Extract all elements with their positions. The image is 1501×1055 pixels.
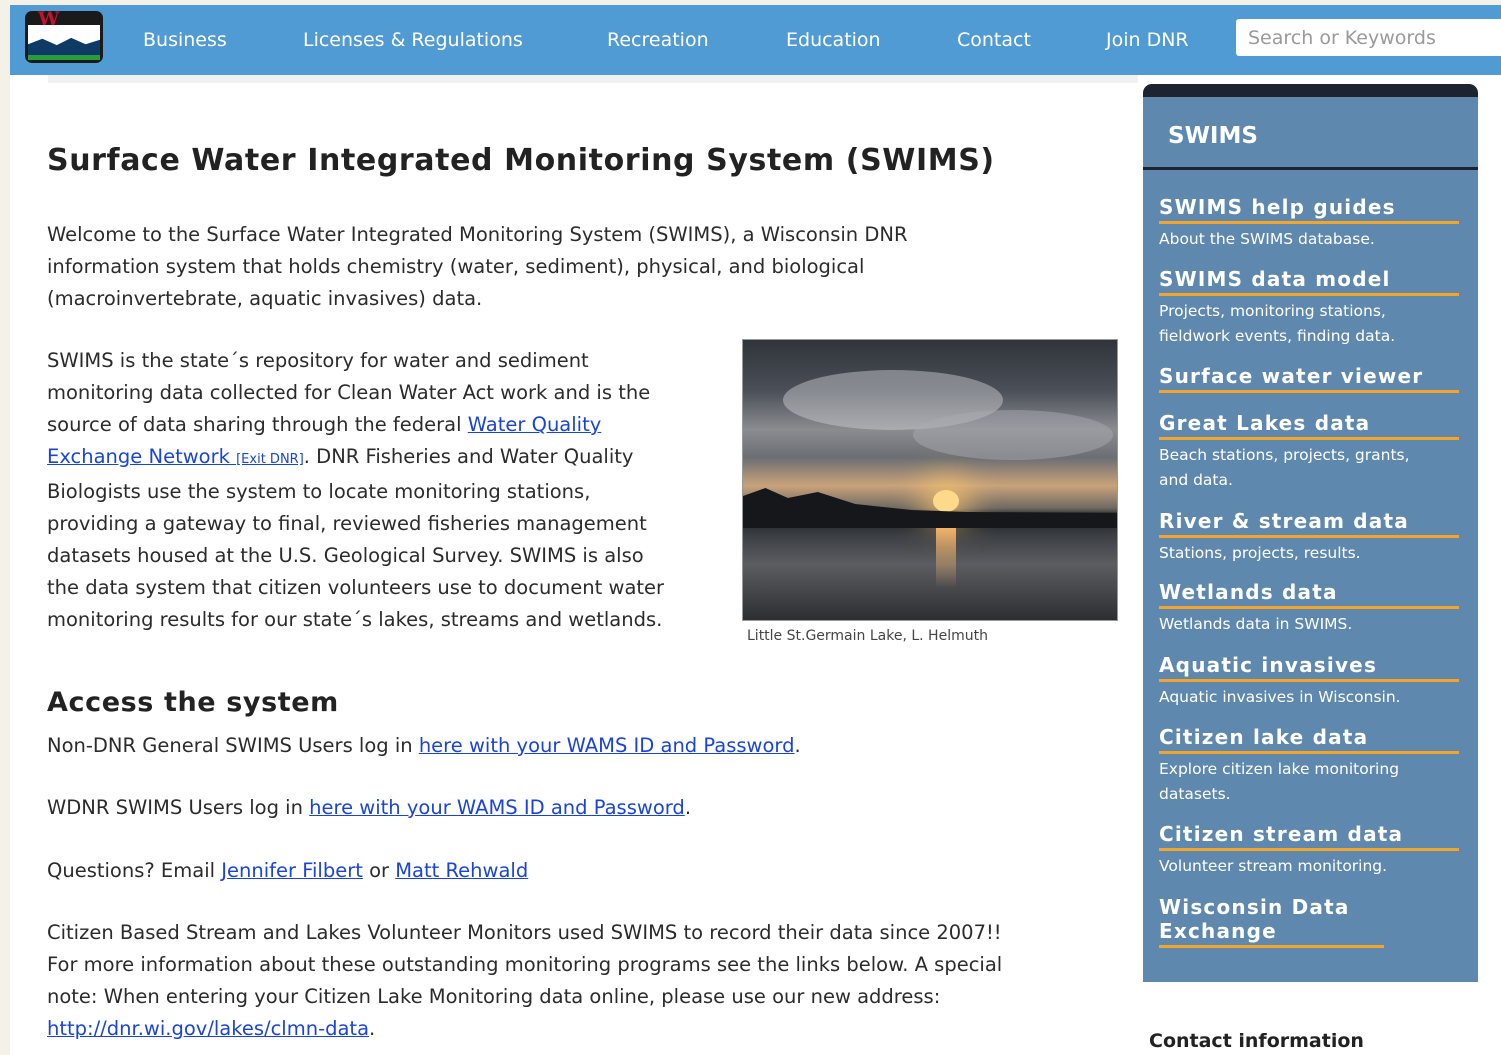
photo-sun — [933, 490, 959, 512]
questions-text: Questions? Email — [47, 859, 222, 882]
sidebar-item-desc: Volunteer stream monitoring. — [1159, 857, 1388, 875]
desc-line: Explore citizen lake monitoring — [1159, 760, 1400, 778]
citizen-line: For more information about these outstan… — [47, 953, 1003, 976]
sidebar-item-citizen-stream: Citizen stream data Volunteer stream mon… — [1159, 822, 1459, 879]
nav-join-dnr[interactable]: Join DNR — [1106, 29, 1189, 51]
desc-line: Beach stations, projects, grants, — [1159, 446, 1410, 464]
logo-bar — [28, 55, 100, 60]
sidebar-title-rule — [1143, 167, 1478, 170]
sidebar-item-desc: Wetlands data in SWIMS. — [1159, 615, 1353, 633]
photo-caption: Little St.Germain Lake, L. Helmuth — [747, 628, 988, 644]
sidebar-item-wetlands: Wetlands data Wetlands data in SWIMS. — [1159, 580, 1459, 637]
nav-contact[interactable]: Contact — [957, 29, 1031, 51]
sidebar-item-desc: Projects, monitoring stations, fieldwork … — [1159, 299, 1459, 349]
desc-line: and data. — [1159, 471, 1233, 489]
repo-line: source of data sharing through the feder… — [47, 413, 468, 436]
sidebar-item-data-model: SWIMS data model Projects, monitoring st… — [1159, 267, 1459, 349]
sidebar-link-citizen-stream[interactable]: Citizen stream data — [1159, 822, 1459, 851]
intro-line: Welcome to the Surface Water Integrated … — [47, 223, 908, 246]
sidebar-link-river-stream[interactable]: River & stream data — [1159, 509, 1459, 538]
or-text: or — [362, 859, 396, 882]
sidebar-item-surface-water-viewer: Surface water viewer — [1159, 364, 1459, 393]
email-matt-rehwald-link[interactable]: Matt Rehwald — [395, 859, 528, 882]
lake-sunset-photo — [742, 339, 1118, 621]
sidebar-item-river-stream: River & stream data Stations, projects, … — [1159, 509, 1459, 566]
desc-line: Projects, monitoring stations, — [1159, 302, 1386, 320]
logo-w-mark: W — [38, 11, 60, 30]
sidebar-link-data-exchange[interactable]: Wisconsin Data Exchange — [1159, 895, 1384, 948]
sidebar-item-desc: About the SWIMS database. — [1159, 230, 1375, 248]
wdnr-login-line: WDNR SWIMS Users log in here with your W… — [47, 792, 691, 824]
repo-line: SWIMS is the state´s repository for wate… — [47, 349, 589, 372]
main-content: Surface Water Integrated Monitoring Syst… — [10, 75, 1501, 1055]
non-dnr-login-text: Non-DNR General SWIMS Users log in — [47, 734, 419, 757]
top-nav-bar: W Business Licenses & Regulations Recrea… — [10, 5, 1501, 75]
desc-line: fieldwork events, finding data. — [1159, 327, 1396, 345]
nav-business[interactable]: Business — [143, 29, 227, 51]
intro-line: (macroinvertebrate, aquatic invasives) d… — [47, 287, 483, 310]
clmn-data-link[interactable]: http://dnr.wi.gov/lakes/clmn-data — [47, 1017, 369, 1040]
sidebar-item-desc: Aquatic invasives in Wisconsin. — [1159, 688, 1401, 706]
sidebar-link-help-guides[interactable]: SWIMS help guides — [1159, 195, 1459, 224]
desc-line: datasets. — [1159, 785, 1231, 803]
sidebar-link-great-lakes[interactable]: Great Lakes data — [1159, 411, 1459, 440]
wi-dnr-logo[interactable]: W — [25, 11, 103, 63]
search-input[interactable] — [1236, 19, 1501, 56]
exit-dnr-tag: [Exit DNR] — [236, 452, 304, 467]
repo-line: datasets housed at the U.S. Geological S… — [47, 544, 644, 567]
sidebar-item-citizen-lake: Citizen lake data Explore citizen lake m… — [1159, 725, 1459, 807]
contact-information-heading: Contact information — [1149, 1030, 1364, 1052]
access-heading: Access the system — [47, 687, 339, 718]
wqx-link-text: Water Quality — [467, 413, 602, 436]
citizen-line: note: When entering your Citizen Lake Mo… — [47, 985, 941, 1008]
nav-education[interactable]: Education — [786, 29, 881, 51]
wqx-link-text: Exchange Network — [47, 445, 230, 468]
sidebar-link-aquatic-invasives[interactable]: Aquatic invasives — [1159, 653, 1459, 682]
sidebar-item-desc: Stations, projects, results. — [1159, 544, 1361, 562]
repo-line: . DNR Fisheries and Water Quality — [303, 445, 634, 468]
punctuation: . — [794, 734, 801, 757]
sidebar-link-citizen-lake[interactable]: Citizen lake data — [1159, 725, 1459, 754]
swims-sidebar: SWIMS SWIMS help guides About the SWIMS … — [1143, 84, 1478, 982]
sidebar-item-aquatic-invasives: Aquatic invasives Aquatic invasives in W… — [1159, 653, 1459, 710]
non-dnr-login-link[interactable]: here with your WAMS ID and Password — [419, 734, 795, 757]
questions-line: Questions? Email Jennifer Filbert or Mat… — [47, 855, 528, 887]
sidebar-title: SWIMS — [1168, 123, 1258, 149]
citizen-paragraph: Citizen Based Stream and Lakes Volunteer… — [47, 917, 1002, 1045]
repository-paragraph: SWIMS is the state´s repository for wate… — [47, 345, 664, 636]
sidebar-item-help-guides: SWIMS help guides About the SWIMS databa… — [1159, 195, 1459, 252]
wdnr-login-text: WDNR SWIMS Users log in — [47, 796, 310, 819]
nav-licenses-regulations[interactable]: Licenses & Regulations — [303, 29, 523, 51]
sidebar-link-surface-water-viewer[interactable]: Surface water viewer — [1159, 364, 1459, 393]
page-title: Surface Water Integrated Monitoring Syst… — [47, 143, 995, 178]
email-jennifer-filbert-link[interactable]: Jennifer Filbert — [221, 859, 363, 882]
repo-line: the data system that citizen volunteers … — [47, 576, 665, 599]
repo-line: monitoring results for our state´s lakes… — [47, 608, 663, 631]
repo-line: monitoring data collected for Clean Wate… — [47, 381, 651, 404]
wdnr-login-link[interactable]: here with your WAMS ID and Password — [309, 796, 685, 819]
intro-paragraph: Welcome to the Surface Water Integrated … — [47, 219, 908, 315]
photo-cloud — [913, 410, 1113, 460]
sidebar-link-data-model[interactable]: SWIMS data model — [1159, 267, 1459, 296]
sidebar-item-data-exchange: Wisconsin Data Exchange — [1159, 895, 1384, 948]
content-top-rule — [48, 75, 1138, 83]
punctuation: . — [369, 1017, 376, 1040]
repo-line: providing a gateway to final, reviewed f… — [47, 512, 647, 535]
nav-recreation[interactable]: Recreation — [607, 29, 709, 51]
intro-line: information system that holds chemistry … — [47, 255, 865, 278]
photo-reflection — [936, 528, 956, 588]
sidebar-item-great-lakes: Great Lakes data Beach stations, project… — [1159, 411, 1459, 493]
punctuation: . — [684, 796, 692, 819]
sidebar-item-desc: Explore citizen lake monitoring datasets. — [1159, 757, 1459, 807]
sidebar-link-wetlands[interactable]: Wetlands data — [1159, 580, 1459, 609]
repo-line: Biologists use the system to locate moni… — [47, 480, 591, 503]
non-dnr-login-line: Non-DNR General SWIMS Users log in here … — [47, 730, 801, 762]
sidebar-item-desc: Beach stations, projects, grants, and dat… — [1159, 443, 1459, 493]
citizen-line: Citizen Based Stream and Lakes Volunteer… — [47, 921, 1002, 944]
photo-treeline — [743, 488, 1117, 528]
